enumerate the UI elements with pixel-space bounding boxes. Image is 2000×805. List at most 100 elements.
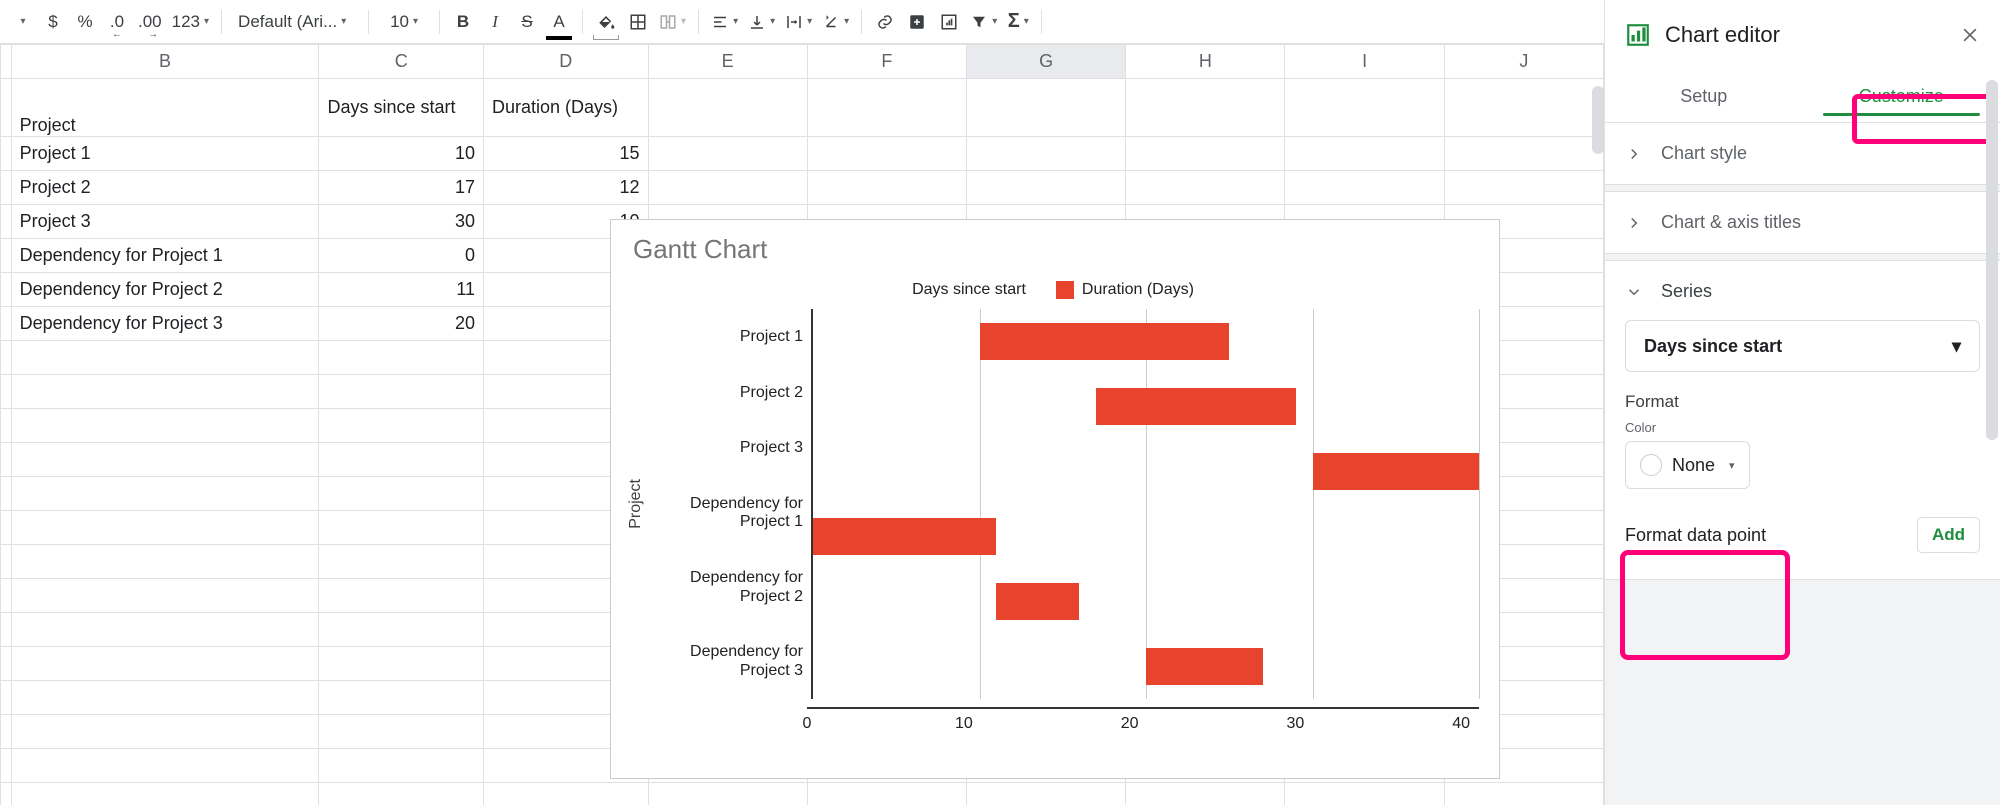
chevron-down-icon: ▾ xyxy=(1729,459,1735,472)
column-header-row: B C D E F G H I J xyxy=(1,45,1604,79)
cell[interactable]: 20 xyxy=(319,307,484,341)
create-filter-button[interactable] xyxy=(966,7,1001,37)
cell[interactable] xyxy=(807,79,966,137)
cell[interactable]: Dependency for Project 1 xyxy=(11,239,319,273)
merge-cells-button[interactable] xyxy=(655,7,690,37)
column-header[interactable]: E xyxy=(648,45,807,79)
font-size-select[interactable]: 10 xyxy=(377,7,431,37)
cell[interactable] xyxy=(1126,79,1285,137)
cell[interactable] xyxy=(967,79,1126,137)
cell[interactable]: 11 xyxy=(319,273,484,307)
cell[interactable]: Project 1 xyxy=(11,137,319,171)
tab-setup[interactable]: Setup xyxy=(1605,70,1803,122)
horizontal-align-button[interactable] xyxy=(707,7,742,37)
cell[interactable] xyxy=(1285,79,1444,137)
column-header[interactable]: J xyxy=(1444,45,1603,79)
category-label: Project 3 xyxy=(651,439,803,457)
column-header[interactable]: C xyxy=(319,45,484,79)
column-header[interactable]: D xyxy=(484,45,649,79)
insert-comment-button[interactable] xyxy=(902,7,932,37)
functions-button[interactable]: Σ xyxy=(1003,7,1033,37)
table-row: Project 1 10 15 xyxy=(1,137,1604,171)
column-header[interactable]: H xyxy=(1126,45,1285,79)
tab-customize[interactable]: Customize xyxy=(1803,70,2000,122)
valign-bottom-icon xyxy=(748,13,766,31)
gantt-chart[interactable]: Gantt Chart Days since start Duration (D… xyxy=(610,219,1500,779)
select-all-corner[interactable] xyxy=(1,45,12,79)
cell[interactable]: 12 xyxy=(484,171,649,205)
font-family-select[interactable]: Default (Ari... xyxy=(230,7,360,37)
cell[interactable]: Project 2 xyxy=(11,171,319,205)
sidebar-body: Chart style Chart & axis titles Series D… xyxy=(1605,122,2000,805)
series-color-select[interactable]: None ▾ xyxy=(1625,441,1750,489)
cell[interactable]: Project 3 xyxy=(11,205,319,239)
chart-y-axis-label: Project xyxy=(627,479,645,529)
sidebar-scrollbar[interactable] xyxy=(1986,80,1998,799)
section-chart-style[interactable]: Chart style xyxy=(1605,122,2000,185)
color-swatch-icon xyxy=(1640,454,1662,476)
x-tick-label: 10 xyxy=(955,715,973,733)
x-tick-label: 20 xyxy=(1121,715,1139,733)
arrow-right-icon: → xyxy=(148,29,158,40)
cell[interactable]: 0 xyxy=(319,239,484,273)
toolbar-overflow-left[interactable] xyxy=(6,7,36,37)
cell[interactable]: 30 xyxy=(319,205,484,239)
chart-bar xyxy=(813,518,996,554)
borders-button[interactable] xyxy=(623,7,653,37)
chart-icon xyxy=(940,13,958,31)
increase-decimal-button[interactable]: .00 → xyxy=(134,7,166,37)
strikethrough-button[interactable]: S xyxy=(512,7,542,37)
series-select[interactable]: Days since start ▾ xyxy=(1625,320,1980,372)
spreadsheet-grid[interactable]: B C D E F G H I J Project Days since sta… xyxy=(0,44,1604,805)
cell[interactable]: Project xyxy=(11,79,319,137)
insert-link-button[interactable] xyxy=(870,7,900,37)
scrollbar-thumb[interactable] xyxy=(1986,80,1998,440)
add-data-point-button[interactable]: Add xyxy=(1917,517,1980,553)
close-icon xyxy=(1960,25,1980,45)
x-tick-label: 40 xyxy=(1452,715,1470,733)
chart-bar xyxy=(1096,388,1296,424)
separator xyxy=(582,10,583,34)
column-header[interactable]: I xyxy=(1285,45,1444,79)
more-formats-button[interactable]: 123 xyxy=(168,7,213,37)
cell[interactable]: Days since start xyxy=(319,79,484,137)
x-tick-label: 30 xyxy=(1287,715,1305,733)
close-sidebar-button[interactable] xyxy=(1960,25,1980,45)
chart-title: Gantt Chart xyxy=(633,234,1479,265)
merge-icon xyxy=(659,13,677,31)
section-series-header[interactable]: Series xyxy=(1625,281,1980,302)
chart-bar xyxy=(980,323,1230,359)
vertical-scroll-thumb[interactable] xyxy=(1592,86,1604,154)
separator xyxy=(1041,10,1042,34)
text-wrap-button[interactable] xyxy=(781,7,816,37)
cell[interactable]: Dependency for Project 2 xyxy=(11,273,319,307)
format-currency-button[interactable]: $ xyxy=(38,7,68,37)
cell[interactable] xyxy=(648,79,807,137)
section-chart-axis-titles[interactable]: Chart & axis titles xyxy=(1605,191,2000,254)
paint-bucket-icon xyxy=(597,13,615,31)
cell[interactable]: Dependency for Project 3 xyxy=(11,307,319,341)
vertical-align-button[interactable] xyxy=(744,7,779,37)
cell[interactable]: 15 xyxy=(484,137,649,171)
text-rotation-button[interactable] xyxy=(818,7,853,37)
sigma-icon: Σ xyxy=(1008,10,1020,33)
text-color-button[interactable]: A xyxy=(544,7,574,37)
decrease-decimal-button[interactable]: .0 ← xyxy=(102,7,132,37)
fill-color-button[interactable] xyxy=(591,7,621,37)
bold-button[interactable]: B xyxy=(448,7,478,37)
chart-editor-sidebar: Chart editor Setup Customize Chart style… xyxy=(1604,0,2000,805)
italic-button[interactable]: I xyxy=(480,7,510,37)
column-header[interactable]: F xyxy=(807,45,966,79)
column-header[interactable]: B xyxy=(11,45,319,79)
format-percent-button[interactable]: % xyxy=(70,7,100,37)
insert-chart-button[interactable] xyxy=(934,7,964,37)
cell[interactable]: 10 xyxy=(319,137,484,171)
legend-item: Days since start xyxy=(912,281,1026,299)
cell[interactable]: Duration (Days) xyxy=(484,79,649,137)
chart-bar xyxy=(1146,648,1263,684)
column-header[interactable]: G xyxy=(967,45,1126,79)
cell[interactable] xyxy=(1444,79,1603,137)
wrap-icon xyxy=(785,13,803,31)
cell[interactable]: 17 xyxy=(319,171,484,205)
sidebar-header: Chart editor xyxy=(1605,0,2000,70)
